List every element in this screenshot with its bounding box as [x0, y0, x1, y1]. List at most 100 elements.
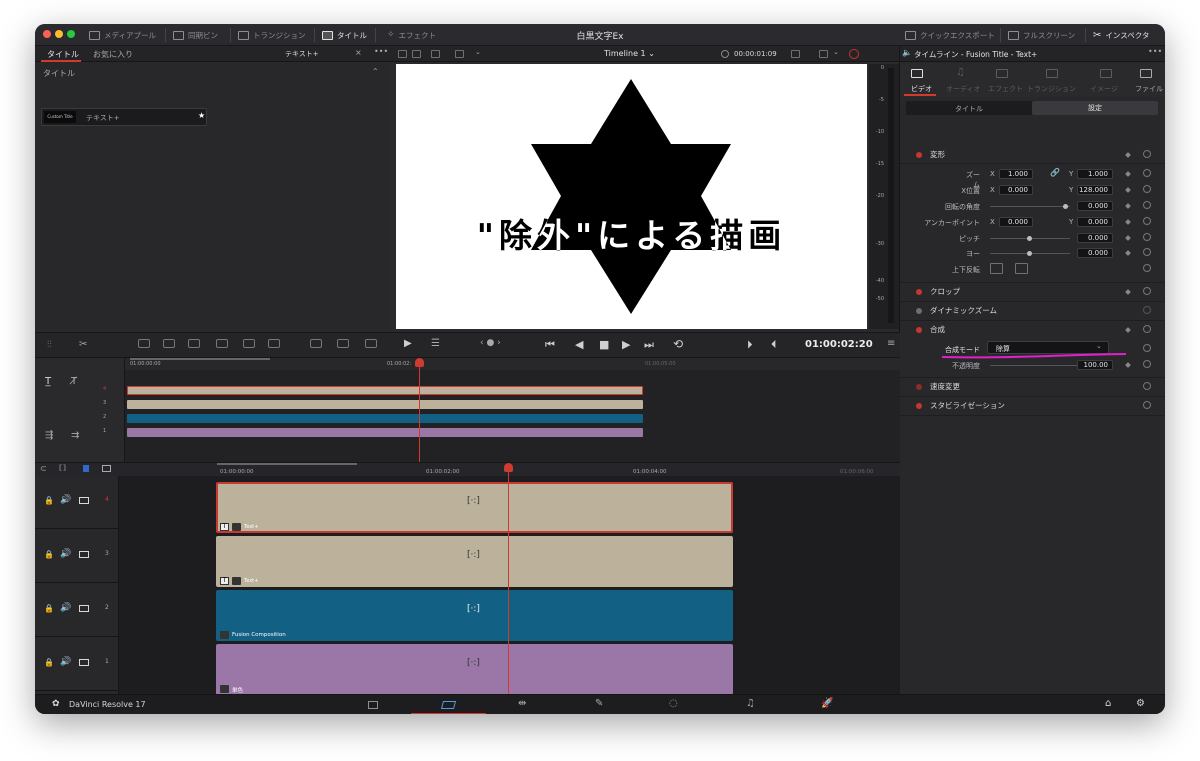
speed-change-section-title[interactable]: 速度変更	[930, 381, 960, 392]
dynamic-zoom-enable-dot[interactable]	[916, 308, 922, 314]
crop-reset-icon[interactable]	[1143, 287, 1151, 295]
append-clip-icon[interactable]	[163, 339, 175, 348]
anchor-y-field[interactable]: 0.000	[1077, 217, 1113, 227]
pitch-keyframe-icon[interactable]	[1125, 235, 1131, 241]
stop-icon[interactable]: ■	[599, 338, 609, 351]
zoom-toggle-icon[interactable]	[102, 465, 111, 472]
crop-enable-dot[interactable]	[916, 289, 922, 295]
clip-text-plus-track-3[interactable]: [·:] T Text+	[216, 536, 733, 587]
lock-icon[interactable]: 🔒	[44, 604, 54, 613]
position-y-field[interactable]: 128.000	[1077, 185, 1113, 195]
flip-horizontal-icon[interactable]	[990, 263, 1003, 274]
subtab-title[interactable]: タイトル	[906, 104, 1032, 114]
transitions-button[interactable]: トランジション	[238, 24, 306, 46]
smooth-cut-icon[interactable]	[365, 339, 377, 348]
monitor-icon[interactable]	[79, 497, 89, 504]
play-around-icon[interactable]: ▶	[404, 338, 412, 349]
lock-icon[interactable]: 🔒	[44, 658, 54, 667]
mini-playhead-line[interactable]	[419, 358, 420, 462]
fullscreen-button[interactable]: フルスクリーン	[1008, 24, 1075, 46]
tab-transition[interactable]: トランジション	[1027, 84, 1076, 94]
blade-icon[interactable]: ✂	[79, 339, 87, 350]
subtab-settings[interactable]: 設定	[1032, 101, 1158, 115]
color-picker-icon[interactable]	[849, 49, 859, 59]
lock-icon[interactable]: 🔒	[44, 496, 54, 505]
track-height-icon[interactable]: ⇶	[45, 430, 53, 441]
more-options-icon[interactable]: •••	[374, 47, 388, 56]
titles-button[interactable]: タイトル	[322, 24, 367, 46]
pitch-reset-icon[interactable]	[1143, 233, 1151, 241]
chevron-down-icon[interactable]: ⌄	[475, 48, 481, 56]
transform-reset-icon[interactable]	[1143, 150, 1151, 158]
search-filter-text[interactable]: テキスト+	[285, 49, 319, 59]
zoom-window-button[interactable]	[67, 30, 75, 38]
flip-vertical-icon[interactable]	[1015, 263, 1028, 274]
yaw-reset-icon[interactable]	[1143, 248, 1151, 256]
go-to-start-icon[interactable]: ⏮	[545, 338, 555, 352]
composite-reset-icon[interactable]	[1143, 325, 1151, 333]
crop-keyframe-icon[interactable]	[1125, 289, 1131, 295]
position-lock-icon[interactable]	[83, 465, 89, 472]
rotation-reset-icon[interactable]	[1143, 201, 1151, 209]
mini-clip-track-2[interactable]	[127, 414, 643, 423]
smart-insert-icon[interactable]: ⫶⫶	[47, 340, 52, 350]
clip-view-icon[interactable]	[431, 50, 440, 58]
reverse-play-icon[interactable]: ◀	[575, 338, 583, 351]
yaw-keyframe-icon[interactable]	[1125, 250, 1131, 256]
go-to-end-icon[interactable]: ⏭	[644, 338, 654, 352]
speed-change-enable-dot[interactable]	[916, 384, 922, 390]
transform-keyframe-icon[interactable]	[1125, 152, 1131, 158]
close-up-icon[interactable]	[216, 339, 228, 348]
chevron-up-icon[interactable]: ⌃	[372, 67, 379, 76]
timeline-selector[interactable]: Timeline 1 ⌄	[604, 49, 655, 58]
tab-image[interactable]: イメージ	[1090, 84, 1118, 94]
mini-clip-track-3[interactable]	[127, 400, 643, 409]
position-keyframe-icon[interactable]	[1125, 187, 1131, 193]
speaker-icon[interactable]: 🔊	[60, 495, 71, 505]
position-reset-icon[interactable]	[1143, 185, 1151, 193]
media-pool-button[interactable]: メディアプール	[89, 24, 156, 46]
title-item-text-plus[interactable]: Custom Title テキスト+ ★	[41, 108, 207, 126]
pitch-slider-knob[interactable]	[1027, 236, 1032, 241]
favorite-star-icon[interactable]: ★	[198, 111, 205, 120]
crop-section-title[interactable]: クロップ	[930, 286, 960, 297]
title-tool-icon[interactable]: T̲	[45, 376, 51, 387]
quick-export-button[interactable]: クイックエクスポート	[905, 24, 995, 46]
cross-dissolve-icon[interactable]	[310, 339, 322, 348]
lock-icon[interactable]: 🔒	[44, 550, 54, 559]
settings-gear-icon[interactable]: ⚙	[1136, 698, 1145, 709]
ripple-overwrite-icon[interactable]	[188, 339, 200, 348]
mini-clip-track-4[interactable]	[127, 386, 643, 395]
edit-page-icon[interactable]: ⇹	[518, 698, 526, 709]
media-page-icon[interactable]	[368, 701, 378, 709]
source-overwrite-icon[interactable]	[268, 339, 280, 348]
link-icon[interactable]: 🔗	[1050, 168, 1060, 177]
inspector-more-icon[interactable]: •••	[1148, 47, 1162, 56]
tab-favorites[interactable]: お気に入り	[93, 49, 133, 60]
color-page-icon[interactable]: ◌	[669, 698, 678, 709]
dynamic-zoom-reset-icon[interactable]	[1143, 306, 1151, 314]
rotation-slider[interactable]	[990, 206, 1070, 207]
anchor-x-field[interactable]: 0.000	[999, 217, 1033, 227]
opacity-reset-icon[interactable]	[1143, 360, 1151, 368]
composite-enable-dot[interactable]	[916, 327, 922, 333]
fusion-page-icon[interactable]: ✎	[595, 698, 603, 709]
sync-bin-button[interactable]: 同期ビン	[173, 24, 218, 46]
snap-magnet-icon[interactable]: ⊂	[40, 464, 47, 473]
speed-change-reset-icon[interactable]	[1143, 382, 1151, 390]
clip-text-plus-track-4[interactable]: [·:] T Text+	[216, 482, 733, 533]
playhead-line[interactable]	[508, 463, 509, 695]
dip-icon[interactable]	[337, 339, 349, 348]
position-x-field[interactable]: 0.000	[999, 185, 1033, 195]
insert-clip-icon[interactable]	[138, 339, 150, 348]
mini-clip-track-1[interactable]	[127, 428, 643, 437]
speaker-icon[interactable]: 🔊	[60, 603, 71, 613]
composite-section-title[interactable]: 合成	[930, 324, 945, 335]
safe-area-icon[interactable]	[791, 50, 800, 58]
zoom-x-field[interactable]: 1.000	[999, 169, 1033, 179]
rotation-keyframe-icon[interactable]	[1125, 203, 1131, 209]
clear-search-icon[interactable]: ×	[355, 48, 362, 57]
track-options-icon[interactable]: ⇉	[71, 430, 79, 441]
effects-button[interactable]: ✧ エフェクト	[387, 24, 436, 46]
speaker-icon[interactable]: 🔊	[60, 549, 71, 559]
